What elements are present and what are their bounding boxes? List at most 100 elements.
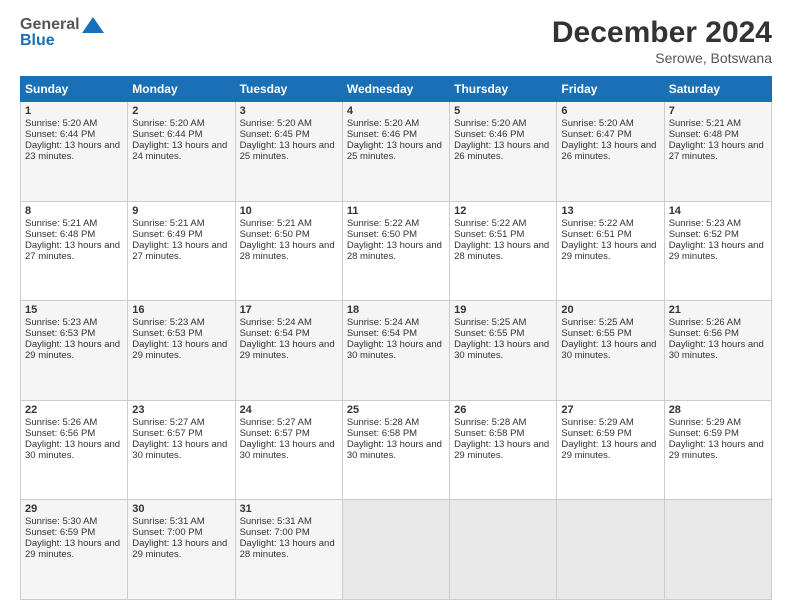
daylight-text: Daylight: 13 hours and 30 minutes. (669, 339, 764, 361)
day-number: 18 (347, 304, 445, 316)
calendar-cell: 31Sunrise: 5:31 AMSunset: 7:00 PMDayligh… (235, 500, 342, 600)
sunrise-text: Sunrise: 5:20 AM (25, 118, 97, 129)
calendar-cell (557, 500, 664, 600)
calendar-cell: 13Sunrise: 5:22 AMSunset: 6:51 PMDayligh… (557, 201, 664, 301)
daylight-text: Daylight: 13 hours and 28 minutes. (240, 538, 335, 560)
sunrise-text: Sunrise: 5:21 AM (132, 218, 204, 229)
sunset-text: Sunset: 6:59 PM (25, 527, 95, 538)
sunset-text: Sunset: 6:58 PM (347, 428, 417, 439)
day-number: 11 (347, 205, 445, 217)
day-number: 15 (25, 304, 123, 316)
sunset-text: Sunset: 6:56 PM (25, 428, 95, 439)
calendar-week-1: 1Sunrise: 5:20 AMSunset: 6:44 PMDaylight… (21, 102, 772, 202)
sunset-text: Sunset: 6:52 PM (669, 229, 739, 240)
daylight-text: Daylight: 13 hours and 30 minutes. (561, 339, 656, 361)
day-number: 23 (132, 404, 230, 416)
calendar-header-wednesday: Wednesday (342, 77, 449, 102)
sunrise-text: Sunrise: 5:20 AM (454, 118, 526, 129)
calendar-cell: 1Sunrise: 5:20 AMSunset: 6:44 PMDaylight… (21, 102, 128, 202)
sunrise-text: Sunrise: 5:29 AM (669, 417, 741, 428)
day-number: 7 (669, 105, 767, 117)
sunset-text: Sunset: 6:57 PM (132, 428, 202, 439)
calendar-cell: 29Sunrise: 5:30 AMSunset: 6:59 PMDayligh… (21, 500, 128, 600)
sunrise-text: Sunrise: 5:22 AM (454, 218, 526, 229)
daylight-text: Daylight: 13 hours and 25 minutes. (347, 140, 442, 162)
day-number: 5 (454, 105, 552, 117)
daylight-text: Daylight: 13 hours and 29 minutes. (25, 339, 120, 361)
day-number: 28 (669, 404, 767, 416)
daylight-text: Daylight: 13 hours and 27 minutes. (669, 140, 764, 162)
calendar-cell: 25Sunrise: 5:28 AMSunset: 6:58 PMDayligh… (342, 400, 449, 500)
sunset-text: Sunset: 6:53 PM (132, 328, 202, 339)
daylight-text: Daylight: 13 hours and 27 minutes. (25, 240, 120, 262)
daylight-text: Daylight: 13 hours and 28 minutes. (454, 240, 549, 262)
daylight-text: Daylight: 13 hours and 27 minutes. (132, 240, 227, 262)
calendar-cell: 10Sunrise: 5:21 AMSunset: 6:50 PMDayligh… (235, 201, 342, 301)
calendar-cell: 30Sunrise: 5:31 AMSunset: 7:00 PMDayligh… (128, 500, 235, 600)
sunset-text: Sunset: 6:46 PM (347, 129, 417, 140)
calendar-cell: 7Sunrise: 5:21 AMSunset: 6:48 PMDaylight… (664, 102, 771, 202)
daylight-text: Daylight: 13 hours and 29 minutes. (25, 538, 120, 560)
day-number: 31 (240, 503, 338, 515)
day-number: 3 (240, 105, 338, 117)
sunset-text: Sunset: 6:44 PM (132, 129, 202, 140)
day-number: 27 (561, 404, 659, 416)
daylight-text: Daylight: 13 hours and 26 minutes. (561, 140, 656, 162)
sunrise-text: Sunrise: 5:29 AM (561, 417, 633, 428)
logo-blue: Blue (20, 32, 55, 50)
sunset-text: Sunset: 6:51 PM (454, 229, 524, 240)
day-number: 17 (240, 304, 338, 316)
calendar-cell: 23Sunrise: 5:27 AMSunset: 6:57 PMDayligh… (128, 400, 235, 500)
calendar-header-sunday: Sunday (21, 77, 128, 102)
day-number: 9 (132, 205, 230, 217)
calendar-cell (664, 500, 771, 600)
calendar-cell: 5Sunrise: 5:20 AMSunset: 6:46 PMDaylight… (450, 102, 557, 202)
sunset-text: Sunset: 6:59 PM (669, 428, 739, 439)
daylight-text: Daylight: 13 hours and 30 minutes. (347, 339, 442, 361)
day-number: 25 (347, 404, 445, 416)
sunrise-text: Sunrise: 5:24 AM (347, 317, 419, 328)
calendar-cell: 18Sunrise: 5:24 AMSunset: 6:54 PMDayligh… (342, 301, 449, 401)
calendar-week-2: 8Sunrise: 5:21 AMSunset: 6:48 PMDaylight… (21, 201, 772, 301)
daylight-text: Daylight: 13 hours and 30 minutes. (25, 439, 120, 461)
title-block: December 2024 Serowe, Botswana (552, 16, 772, 66)
sunset-text: Sunset: 6:54 PM (240, 328, 310, 339)
day-number: 8 (25, 205, 123, 217)
day-number: 24 (240, 404, 338, 416)
calendar-cell: 16Sunrise: 5:23 AMSunset: 6:53 PMDayligh… (128, 301, 235, 401)
sunrise-text: Sunrise: 5:27 AM (240, 417, 312, 428)
calendar-table: SundayMondayTuesdayWednesdayThursdayFrid… (20, 76, 772, 600)
day-number: 14 (669, 205, 767, 217)
daylight-text: Daylight: 13 hours and 29 minutes. (132, 339, 227, 361)
sunset-text: Sunset: 6:55 PM (561, 328, 631, 339)
calendar-header-friday: Friday (557, 77, 664, 102)
daylight-text: Daylight: 13 hours and 23 minutes. (25, 140, 120, 162)
sunset-text: Sunset: 7:00 PM (132, 527, 202, 538)
sunset-text: Sunset: 6:47 PM (561, 129, 631, 140)
sunset-text: Sunset: 6:48 PM (25, 229, 95, 240)
sunrise-text: Sunrise: 5:28 AM (347, 417, 419, 428)
sunset-text: Sunset: 6:50 PM (347, 229, 417, 240)
calendar-header-monday: Monday (128, 77, 235, 102)
sunset-text: Sunset: 6:59 PM (561, 428, 631, 439)
sunset-text: Sunset: 6:49 PM (132, 229, 202, 240)
daylight-text: Daylight: 13 hours and 29 minutes. (669, 439, 764, 461)
logo: General Blue (20, 16, 104, 50)
sunrise-text: Sunrise: 5:25 AM (561, 317, 633, 328)
calendar-cell: 20Sunrise: 5:25 AMSunset: 6:55 PMDayligh… (557, 301, 664, 401)
calendar-week-5: 29Sunrise: 5:30 AMSunset: 6:59 PMDayligh… (21, 500, 772, 600)
sunrise-text: Sunrise: 5:28 AM (454, 417, 526, 428)
daylight-text: Daylight: 13 hours and 26 minutes. (454, 140, 549, 162)
day-number: 2 (132, 105, 230, 117)
calendar-cell: 8Sunrise: 5:21 AMSunset: 6:48 PMDaylight… (21, 201, 128, 301)
calendar-cell: 12Sunrise: 5:22 AMSunset: 6:51 PMDayligh… (450, 201, 557, 301)
daylight-text: Daylight: 13 hours and 25 minutes. (240, 140, 335, 162)
calendar-header-saturday: Saturday (664, 77, 771, 102)
sunset-text: Sunset: 6:46 PM (454, 129, 524, 140)
calendar-cell: 11Sunrise: 5:22 AMSunset: 6:50 PMDayligh… (342, 201, 449, 301)
sunrise-text: Sunrise: 5:23 AM (25, 317, 97, 328)
day-number: 4 (347, 105, 445, 117)
day-number: 20 (561, 304, 659, 316)
daylight-text: Daylight: 13 hours and 29 minutes. (561, 240, 656, 262)
sunrise-text: Sunrise: 5:25 AM (454, 317, 526, 328)
